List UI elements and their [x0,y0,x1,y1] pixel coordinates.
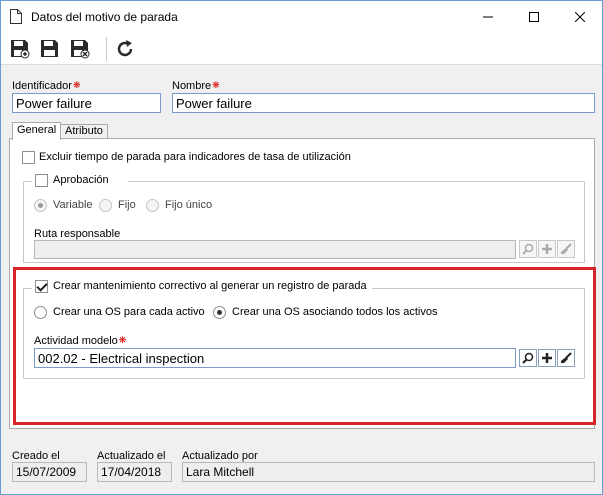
save-close-button[interactable] [69,38,91,60]
document-icon [10,9,22,24]
close-icon [575,11,585,22]
search-icon [522,243,534,255]
radio-variable-label: Variable [53,199,93,211]
dialog-window: Datos del motivo de parada Identificador… [0,0,603,495]
approval-checkbox[interactable] [35,174,48,187]
updated-label: Actualizado el [97,450,166,462]
tab-general[interactable]: General [12,122,62,140]
updated-by-field: Lara Mitchell [182,462,595,482]
updated-by-label: Actualizado por [182,450,258,462]
route-label: Ruta responsable [34,228,121,240]
title-bar: Datos del motivo de parada [1,1,602,32]
route-add-button[interactable] [538,240,556,258]
exclude-checkbox[interactable] [22,151,35,164]
radio-fijo[interactable] [99,199,112,212]
plus-icon [542,244,552,254]
refresh-button[interactable] [114,38,136,60]
exclude-label: Excluir tiempo de parada para indicadore… [39,151,351,163]
route-search-button[interactable] [519,240,537,258]
radio-fijo-unico[interactable] [146,199,159,212]
save-icon [41,40,58,57]
save-new-icon [11,40,30,59]
identifier-label: Identificador❋ [12,80,81,92]
maximize-button[interactable] [511,1,557,32]
required-icon: ❋ [212,80,220,90]
radio-fijo-unico-label: Fijo único [165,199,213,211]
created-label: Creado el [12,450,60,462]
save-new-button[interactable] [9,38,31,60]
minimize-icon [483,16,493,17]
minimize-button[interactable] [465,1,511,32]
maximize-icon [529,11,539,22]
required-icon: ❋ [72,80,81,90]
highlight-box [13,267,596,425]
radio-fijo-label: Fijo [118,199,136,211]
name-label: Nombre❋ [172,80,220,92]
route-field[interactable] [34,240,516,259]
route-clear-button[interactable] [557,240,575,258]
approval-legend: Aprobación [32,173,128,189]
name-field[interactable]: Power failure [172,93,595,113]
tab-atributo[interactable]: Atributo [60,124,108,139]
approval-label: Aprobación [53,174,109,186]
broom-icon [561,243,572,254]
refresh-icon [117,40,133,57]
save-button[interactable] [39,38,61,60]
toolbar [1,32,602,65]
updated-field: 17/04/2018 [97,462,172,482]
identifier-field[interactable]: Power failure [12,93,161,113]
window-title: Datos del motivo de parada [31,10,178,24]
close-button[interactable] [557,1,603,32]
created-field: 15/07/2009 [12,462,87,482]
toolbar-separator [106,37,107,61]
save-close-icon [71,40,90,59]
radio-variable[interactable] [34,199,47,212]
